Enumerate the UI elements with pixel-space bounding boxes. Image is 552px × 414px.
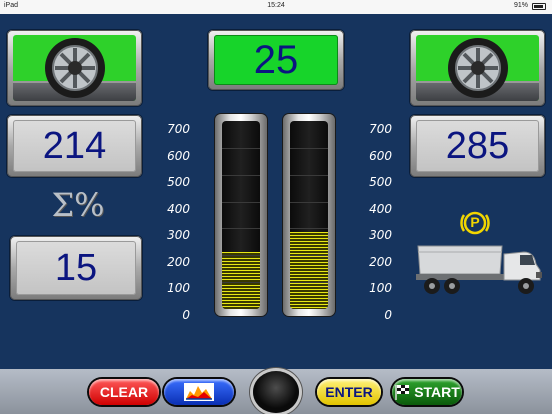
- sum-percent-label: Σ%: [51, 186, 105, 224]
- start-button-label: START: [414, 384, 460, 400]
- scale-label: 100: [167, 281, 190, 295]
- parking-label: P: [470, 214, 480, 230]
- sum-value: 15: [54, 246, 98, 289]
- left-wheel-panel: [7, 30, 142, 106]
- bar-segment-line: [222, 201, 260, 203]
- wheel-icon: [44, 38, 105, 98]
- bar-segment-line: [290, 228, 328, 230]
- left-bar-fill: [222, 251, 260, 309]
- enter-button[interactable]: ENTER: [317, 379, 381, 405]
- scale-label: 700: [167, 122, 190, 136]
- battery-percent: 91%: [513, 2, 528, 9]
- clock: 15:24: [267, 2, 285, 9]
- status-bar: iPad 15:24 91%: [0, 0, 552, 14]
- right-bar-fill: [290, 232, 328, 309]
- scale-label: 0: [384, 307, 392, 322]
- scale-label: 600: [167, 148, 190, 163]
- left-scale: 700 600 500 400 300 200 100 0: [160, 114, 190, 322]
- clear-button-label: CLEAR: [99, 384, 149, 400]
- scale-label: 0: [182, 307, 190, 322]
- record-button[interactable]: [253, 371, 299, 413]
- scale-label: 500: [167, 175, 190, 189]
- measurement-screen: 25 214 285 Σ% 15 700 600 500 400 300 200…: [0, 14, 552, 369]
- bottom-toolbar: CLEAR ENTER START: [0, 369, 552, 414]
- scale-label: 200: [167, 254, 190, 269]
- scale-label: 200: [369, 254, 392, 269]
- scale-label: 300: [369, 228, 392, 242]
- scale-label: 300: [167, 228, 190, 242]
- clear-button[interactable]: CLEAR: [89, 379, 159, 405]
- bar-segment-line: [290, 147, 328, 149]
- bar-segment-line: [290, 255, 328, 257]
- bar-segment-line: [222, 147, 260, 149]
- right-level-bar: [283, 114, 335, 316]
- bar-segment-line: [290, 282, 328, 284]
- wheel-icon: [447, 38, 508, 98]
- bar-segment-line: [222, 174, 260, 176]
- scale-label: 700: [369, 122, 392, 136]
- left-value-panel: 214: [7, 115, 142, 177]
- right-value-panel: 285: [410, 115, 545, 177]
- start-button[interactable]: START: [392, 379, 462, 405]
- right-value: 285: [445, 124, 510, 167]
- bar-segment-line: [222, 282, 260, 284]
- sum-value-panel: 15: [10, 236, 142, 300]
- bar-segment-line: [290, 201, 328, 203]
- scale-label: 100: [369, 281, 392, 295]
- bar-segment-line: [222, 228, 260, 230]
- scale-label: 400: [167, 201, 190, 216]
- right-wheel-panel: [410, 30, 545, 106]
- checkered-flag-icon: [395, 385, 410, 400]
- scale-label: 500: [369, 175, 392, 189]
- left-level-bar: [215, 114, 267, 316]
- top-value-panel: 25: [208, 30, 344, 90]
- scale-label: 600: [369, 148, 392, 163]
- left-value: 214: [42, 124, 107, 167]
- enter-button-label: ENTER: [325, 384, 373, 400]
- bar-segment-line: [290, 174, 328, 176]
- truck-icon: [416, 245, 542, 294]
- bar-segment-line: [222, 255, 260, 257]
- chart-button[interactable]: [164, 379, 234, 405]
- battery-icon: [532, 3, 546, 10]
- right-scale: 700 600 500 400 300 200 100 0: [362, 114, 392, 322]
- chart-icon: [184, 383, 214, 401]
- scale-label: 400: [369, 201, 392, 216]
- parking-icon: P: [459, 207, 491, 239]
- top-value: 25: [253, 37, 299, 82]
